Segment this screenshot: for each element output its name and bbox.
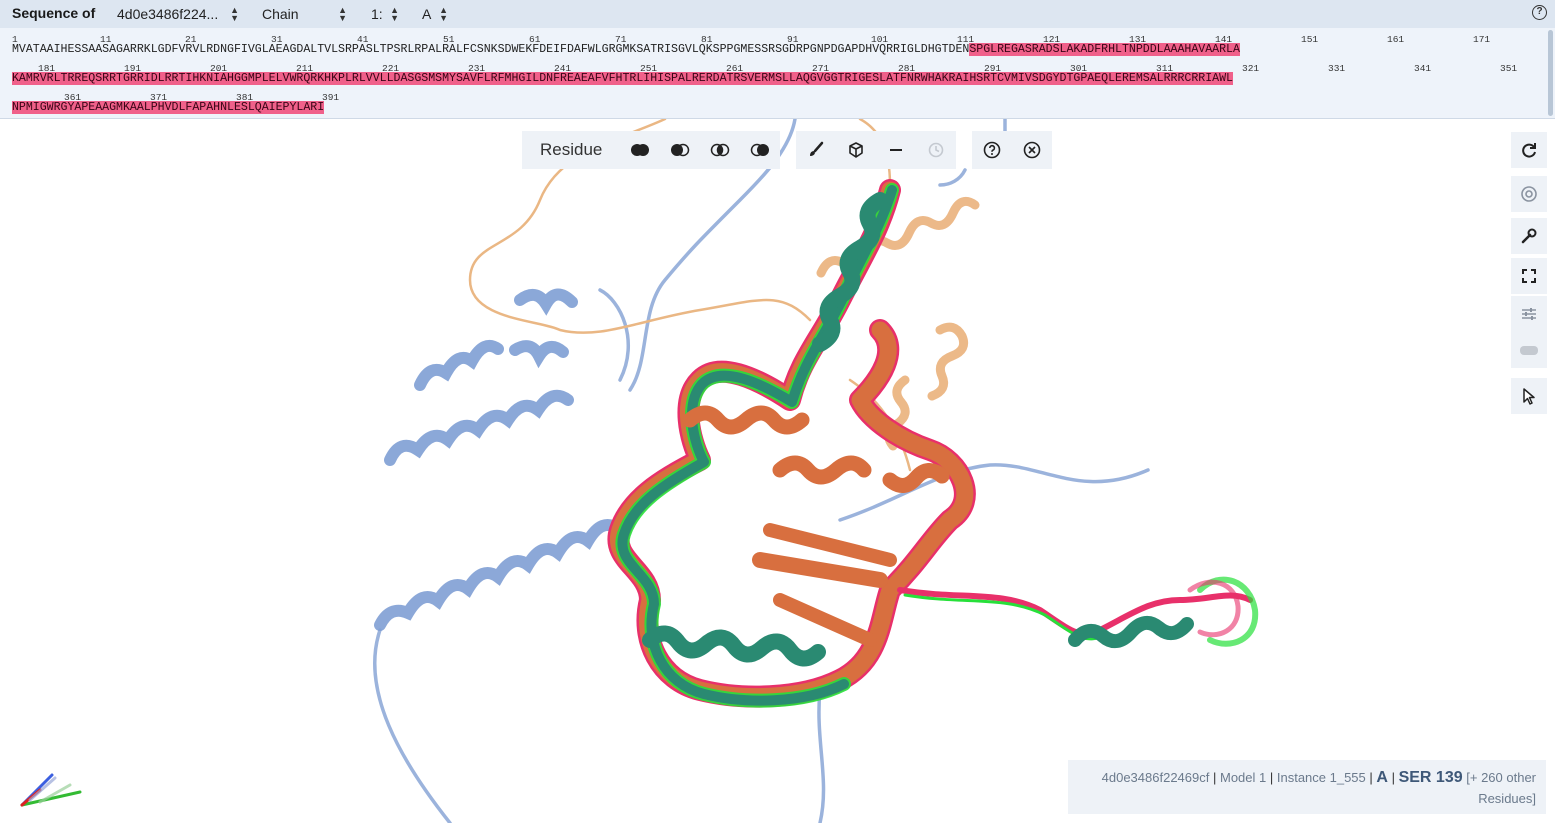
select-arrow-icon: ▲ ▼ [230,5,239,23]
sequence-highlight[interactable]: KAMRVRLTRREQSRRTGRRIDLRRTIHKNIAHGGMPLELV… [12,72,1233,85]
sequence-row: 1 11 21 31 41 51 61 71 81 91 101 111 121… [12,28,1532,58]
granularity-select[interactable]: Residue [522,131,620,169]
union-icon[interactable] [620,131,660,169]
residue-number: 341 [1414,63,1432,74]
sequence-text[interactable]: MVATAAIHESSAASAGARRKLGDFVRVLRDNGFIVGLAEA… [12,43,1240,56]
residue-number: 151 [1301,34,1319,45]
select-arrow-icon: ▲ ▼ [439,5,448,23]
info-entry: 4d0e3486f22469cf [1101,770,1210,785]
edit-group [796,131,957,169]
hover-info-line: 4d0e3486f22469cf | Model 1 | Instance 1_… [1068,766,1536,790]
info-separator: | [1212,770,1220,785]
tools-icon[interactable] [1511,218,1547,254]
set-icon[interactable] [740,131,780,169]
sequence-text[interactable]: NPMIGWRGYAPEAAGMKAALPHVDLFAPAHNLESLQAIEP… [12,101,324,114]
aligned-structure [607,179,1259,708]
help-icon[interactable] [972,131,1012,169]
sequence-highlight[interactable]: SPGLREGASRADSLAKADFRHLTNPDDLAAAHAVAARLA [969,43,1240,56]
sequence-label: Sequence of [12,5,96,21]
axes-indicator [20,773,82,807]
vr-icon[interactable] [1511,332,1547,368]
fullscreen-icon[interactable] [1511,258,1547,294]
brush-icon[interactable] [796,131,836,169]
help-group [972,131,1053,169]
model-select[interactable]: 1: ▲ ▼ [371,4,399,24]
sequence-text[interactable]: KAMRVRLTRREQSRRTGRRIDLRRTIHKNIAHGGMPLELV… [12,72,1233,85]
type-select[interactable]: Chain ▲ ▼ [262,4,347,24]
residue-number: 351 [1500,63,1518,74]
intersect-icon[interactable] [700,131,740,169]
info-extra: [+ 260 other [1466,770,1536,785]
orange-helix [816,196,980,451]
residue-number: 391 [322,92,340,103]
info-separator: | [1391,770,1399,785]
residue-number: 171 [1473,34,1491,45]
history-icon[interactable] [916,131,956,169]
sequence-header: Sequence of 4d0e3486f224... ▲ ▼ Chain ▲ ▼ … [0,0,1555,28]
info-instance: Instance 1_555 [1276,770,1366,785]
sequence-row: 181 191 201 211 221 231 241 251 261 271 … [12,57,1532,87]
chain-select[interactable]: A ▲ ▼ [422,4,448,24]
chain-select-value: A [422,6,432,22]
select-arrow-icon: ▲ ▼ [338,5,347,23]
sequence-body: 1 11 21 31 41 51 61 71 81 91 101 111 121… [0,28,1545,118]
selection-group: Residue [522,131,781,169]
residue-number: 321 [1242,63,1260,74]
reset-camera-icon[interactable] [1511,132,1547,168]
blue-helix [374,288,624,631]
info-residue: SER 139 [1398,769,1463,786]
info-model: Model 1 [1219,770,1267,785]
entry-select[interactable]: 4d0e3486f224... ▲ ▼ [117,4,239,24]
hover-info-line-2: Residues] [1068,790,1536,808]
selection-mode-icon[interactable] [1511,378,1547,414]
model-select-value: 1: [371,6,383,22]
sequence-row: 361 371 381 391 NPMIGWRGYAPEAAGMKAALPHVD… [12,86,1532,116]
info-separator: | [1269,770,1277,785]
subtract-icon[interactable] [660,131,700,169]
cube-icon[interactable] [836,131,876,169]
minus-icon[interactable] [876,131,916,169]
hover-info: 4d0e3486f22469cf | Model 1 | Instance 1_… [1068,760,1546,814]
info-extra-2: Residues] [1478,791,1536,806]
screenshot-icon[interactable] [1511,176,1547,212]
sequence-scrollbar[interactable] [1548,30,1553,116]
entry-select-value: 4d0e3486f224... [117,6,219,22]
type-select-value: Chain [262,6,299,22]
sequence-plain[interactable]: MVATAAIHESSAASAGARRKLGDFVRVLRDNGFIVGLAEA… [12,43,969,56]
info-chain: A [1376,769,1388,786]
close-icon[interactable] [1012,131,1052,169]
settings-icon[interactable] [1511,296,1547,332]
sequence-highlight[interactable]: NPMIGWRGYAPEAAGMKAALPHVDLFAPAHNLESLQAIEP… [12,101,324,114]
residue-number: 161 [1387,34,1405,45]
select-arrow-icon: ▲ ▼ [390,5,399,23]
structure-canvas[interactable] [0,117,1555,823]
sequence-panel: Sequence of 4d0e3486f224... ▲ ▼ Chain ▲ ▼ … [0,0,1555,119]
residue-number: 331 [1328,63,1346,74]
selection-toolbar: Residue [522,131,1053,169]
blue-chain-coil [373,117,1150,823]
sequence-help-icon[interactable]: ? [1532,5,1547,20]
structure-viewport[interactable] [0,117,1555,823]
